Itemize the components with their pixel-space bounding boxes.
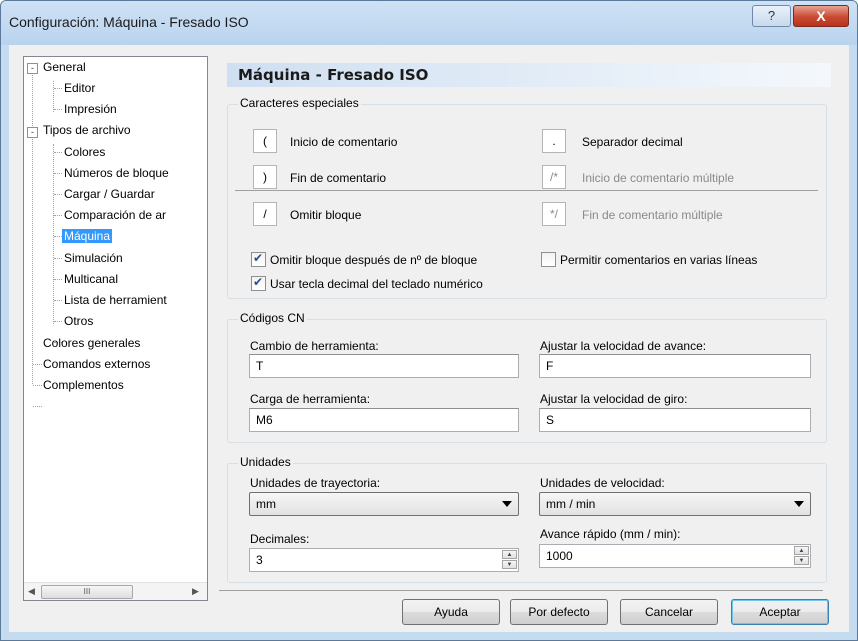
feed-rate-label: Ajustar la velocidad de avance: — [540, 339, 707, 353]
special-chars-title: Caracteres especiales — [238, 96, 361, 110]
tree-item-comparison[interactable]: Comparación de ar — [62, 206, 168, 224]
path-units-select[interactable]: mm — [249, 492, 519, 516]
tree-item-others[interactable]: Otros — [62, 312, 95, 330]
tree-item-general[interactable]: General — [41, 58, 88, 76]
scroll-left-icon[interactable]: ◀ — [28, 586, 35, 597]
defaults-button[interactable]: Por defecto — [510, 599, 608, 625]
numpad-decimal-label: Usar tecla decimal del teclado numérico — [270, 277, 483, 291]
window-title: Configuración: Máquina - Fresado ISO — [9, 14, 249, 30]
tree-item-multichannel[interactable]: Multicanal — [62, 270, 120, 288]
feed-rate-field[interactable]: F — [539, 354, 811, 378]
tree-item-tool-list[interactable]: Lista de herramient — [62, 291, 169, 309]
close-icon-button[interactable]: X — [793, 5, 849, 27]
decimals-label: Decimales: — [250, 532, 310, 546]
nc-codes-title: Códigos CN — [238, 311, 307, 325]
tree-item-editor[interactable]: Editor — [62, 79, 97, 97]
decimal-separator-char[interactable]: . — [542, 129, 566, 153]
settings-tree[interactable]: - - General Editor Impresión Tipos de ar… — [23, 56, 208, 601]
multi-comment-end-label: Fin de comentario múltiple — [582, 208, 723, 222]
skip-block-char[interactable]: / — [253, 202, 277, 226]
tree-item-colors[interactable]: Colores — [62, 143, 107, 161]
spindle-speed-field[interactable]: S — [539, 408, 811, 432]
comment-start-label: Inicio de comentario — [290, 135, 398, 149]
comment-end-char[interactable]: ) — [253, 165, 277, 189]
spin-up-icon[interactable]: ▲ — [794, 546, 809, 555]
tree-horizontal-scrollbar[interactable]: ◀ III ▶ — [24, 582, 207, 600]
tool-load-label: Carga de herramienta: — [250, 392, 371, 406]
tree-item-simulation[interactable]: Simulación — [62, 249, 125, 267]
tool-change-field[interactable]: T — [249, 354, 519, 378]
help-button[interactable]: Ayuda — [402, 599, 500, 625]
collapse-general-icon[interactable]: - — [27, 63, 38, 74]
tree-item-plugins[interactable]: Complementos — [41, 376, 126, 394]
rapid-feed-label: Avance rápido (mm / min): — [540, 527, 681, 541]
page-title: Máquina - Fresado ISO — [238, 66, 429, 84]
tree-item-general-colors[interactable]: Colores generales — [41, 334, 142, 352]
tree-item-load-save[interactable]: Cargar / Guardar — [62, 185, 157, 203]
skip-after-block-number-checkbox[interactable] — [251, 251, 266, 267]
divider — [235, 190, 818, 191]
tree-item-printing[interactable]: Impresión — [62, 100, 119, 118]
multi-comment-start-char: /* — [542, 165, 566, 189]
spindle-speed-label: Ajustar la velocidad de giro: — [540, 392, 688, 406]
speed-units-select[interactable]: mm / min — [539, 492, 811, 516]
speed-units-label: Unidades de velocidad: — [540, 476, 665, 490]
multi-comment-start-label: Inicio de comentario múltiple — [582, 171, 735, 185]
spin-down-icon[interactable]: ▼ — [794, 556, 809, 565]
skip-after-block-number-label: Omitir bloque después de nº de bloque — [270, 253, 478, 267]
units-title: Unidades — [238, 455, 293, 469]
comment-end-label: Fin de comentario — [290, 171, 387, 185]
numpad-decimal-checkbox[interactable] — [251, 275, 266, 291]
chevron-down-icon — [794, 501, 804, 507]
footer-divider — [219, 590, 823, 591]
special-chars-group — [227, 104, 827, 299]
spin-down-icon[interactable]: ▼ — [502, 560, 517, 569]
tree-item-file-types[interactable]: Tipos de archivo — [41, 121, 133, 139]
decimals-spinner[interactable]: 3 ▲ ▼ — [249, 548, 519, 572]
spin-up-icon[interactable]: ▲ — [502, 550, 517, 559]
cancel-button[interactable]: Cancelar — [620, 599, 718, 625]
chevron-down-icon — [502, 501, 512, 507]
multiline-comments-label: Permitir comentarios en varias líneas — [560, 253, 758, 267]
multiline-comments-checkbox[interactable] — [541, 252, 556, 267]
accept-button[interactable]: Aceptar — [731, 599, 829, 625]
multi-comment-end-char: */ — [542, 202, 566, 226]
tool-load-field[interactable]: M6 — [249, 408, 519, 432]
page-header: Máquina - Fresado ISO — [227, 63, 831, 87]
tree-item-machine[interactable]: Máquina — [62, 227, 113, 245]
tree-item-block-numbers[interactable]: Números de bloque — [62, 164, 171, 182]
decimal-separator-label: Separador decimal — [582, 135, 683, 149]
config-dialog: Configuración: Máquina - Fresado ISO ? X… — [0, 0, 858, 641]
tool-change-label: Cambio de herramienta: — [250, 339, 379, 353]
collapse-filetypes-icon[interactable]: - — [27, 127, 38, 138]
scroll-thumb[interactable]: III — [41, 585, 133, 599]
tree-item-external-commands[interactable]: Comandos externos — [41, 355, 152, 373]
scroll-right-icon[interactable]: ▶ — [192, 586, 199, 597]
help-icon-button[interactable]: ? — [752, 5, 791, 27]
title-bar: Configuración: Máquina - Fresado ISO ? X — [1, 1, 857, 45]
skip-block-label: Omitir bloque — [290, 208, 362, 222]
path-units-label: Unidades de trayectoria: — [250, 476, 381, 490]
comment-start-char[interactable]: ( — [253, 129, 277, 153]
rapid-feed-spinner[interactable]: 1000 ▲ ▼ — [539, 544, 811, 568]
